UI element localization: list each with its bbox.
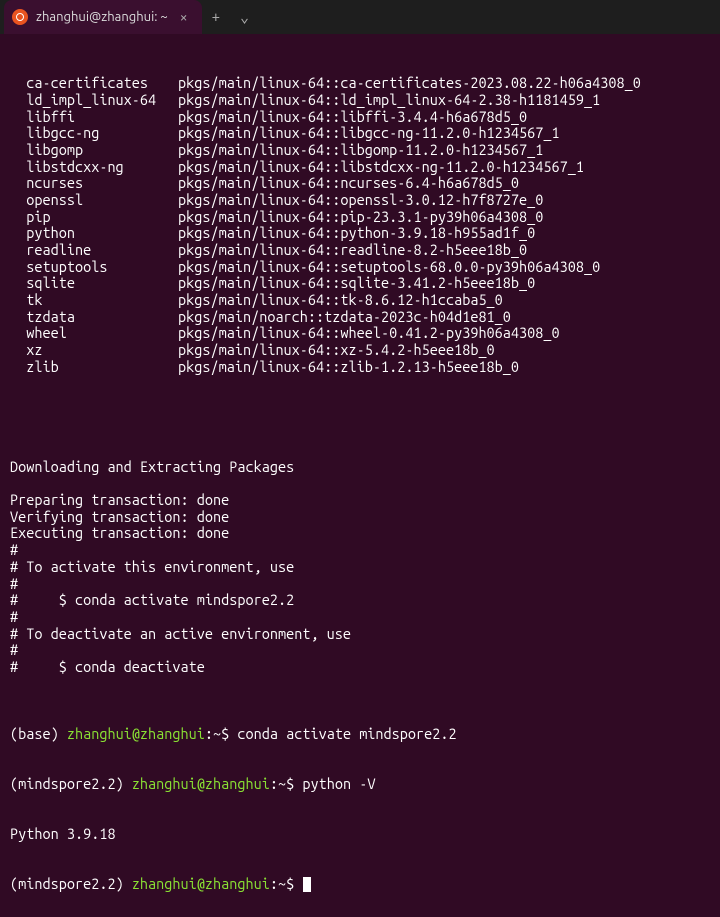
output-line bbox=[10, 409, 710, 426]
package-spec: pkgs/main/linux-64::openssl-3.0.12-h7f87… bbox=[178, 192, 543, 209]
package-name: ca-certificates bbox=[10, 75, 178, 92]
output-line: # bbox=[10, 609, 710, 626]
package-spec: pkgs/main/linux-64::ca-certificates-2023… bbox=[178, 75, 641, 92]
package-spec: pkgs/main/noarch::tzdata-2023c-h04d1e81_… bbox=[178, 309, 511, 326]
package-spec: pkgs/main/linux-64::xz-5.4.2-h5eee18b_0 bbox=[178, 342, 495, 359]
package-name: tk bbox=[10, 292, 178, 309]
package-spec: pkgs/main/linux-64::sqlite-3.41.2-h5eee1… bbox=[178, 275, 535, 292]
package-row: tkpkgs/main/linux-64::tk-8.6.12-h1ccaba5… bbox=[10, 292, 710, 309]
package-row: wheelpkgs/main/linux-64::wheel-0.41.2-py… bbox=[10, 325, 710, 342]
package-row: pythonpkgs/main/linux-64::python-3.9.18-… bbox=[10, 225, 710, 242]
tab-dropdown-button[interactable]: ⌄ bbox=[230, 0, 259, 34]
package-name: ncurses bbox=[10, 175, 178, 192]
package-name: libgomp bbox=[10, 142, 178, 159]
package-name: openssl bbox=[10, 192, 178, 209]
package-name: tzdata bbox=[10, 309, 178, 326]
terminal-tab[interactable]: zhanghui@zhanghui: ~ × bbox=[4, 0, 202, 34]
package-row: opensslpkgs/main/linux-64::openssl-3.0.1… bbox=[10, 192, 710, 209]
package-name: ld_impl_linux-64 bbox=[10, 92, 178, 109]
output-line: # bbox=[10, 576, 710, 593]
output-line: # To deactivate an active environment, u… bbox=[10, 626, 710, 643]
package-name: readline bbox=[10, 242, 178, 259]
package-name: wheel bbox=[10, 325, 178, 342]
package-list: ca-certificatespkgs/main/linux-64::ca-ce… bbox=[10, 75, 710, 375]
package-spec: pkgs/main/linux-64::zlib-1.2.13-h5eee18b… bbox=[178, 359, 519, 376]
package-spec: pkgs/main/linux-64::libffi-3.4.4-h6a678d… bbox=[178, 109, 527, 126]
output-line: # bbox=[10, 642, 710, 659]
package-row: tzdatapkgs/main/noarch::tzdata-2023c-h04… bbox=[10, 309, 710, 326]
titlebar: zhanghui@zhanghui: ~ × + ⌄ bbox=[0, 0, 720, 34]
output-line: Preparing transaction: done bbox=[10, 492, 710, 509]
package-row: ncursespkgs/main/linux-64::ncurses-6.4-h… bbox=[10, 175, 710, 192]
package-row: libstdcxx-ngpkgs/main/linux-64::libstdcx… bbox=[10, 159, 710, 176]
close-icon[interactable]: × bbox=[176, 7, 192, 27]
package-row: zlibpkgs/main/linux-64::zlib-1.2.13-h5ee… bbox=[10, 359, 710, 376]
terminal-body[interactable]: ca-certificatespkgs/main/linux-64::ca-ce… bbox=[0, 34, 720, 917]
ubuntu-icon bbox=[12, 9, 28, 25]
prompt-1: (base) zhanghui@zhanghui:~$ conda activa… bbox=[10, 726, 710, 743]
package-name: pip bbox=[10, 209, 178, 226]
package-name: zlib bbox=[10, 359, 178, 376]
output-line bbox=[10, 442, 710, 459]
package-spec: pkgs/main/linux-64::readline-8.2-h5eee18… bbox=[178, 242, 527, 259]
package-spec: pkgs/main/linux-64::libstdcxx-ng-11.2.0-… bbox=[178, 159, 584, 176]
package-row: libgcc-ngpkgs/main/linux-64::libgcc-ng-1… bbox=[10, 125, 710, 142]
cursor bbox=[303, 877, 311, 892]
package-row: readlinepkgs/main/linux-64::readline-8.2… bbox=[10, 242, 710, 259]
output-line: # $ conda deactivate bbox=[10, 659, 710, 676]
package-spec: pkgs/main/linux-64::setuptools-68.0.0-py… bbox=[178, 259, 600, 276]
output-line: Executing transaction: done bbox=[10, 525, 710, 542]
package-name: libstdcxx-ng bbox=[10, 159, 178, 176]
python-version-output: Python 3.9.18 bbox=[10, 826, 710, 843]
output-line bbox=[10, 425, 710, 442]
package-spec: pkgs/main/linux-64::python-3.9.18-h955ad… bbox=[178, 225, 535, 242]
package-row: sqlitepkgs/main/linux-64::sqlite-3.41.2-… bbox=[10, 275, 710, 292]
package-spec: pkgs/main/linux-64::ld_impl_linux-64-2.3… bbox=[178, 92, 600, 109]
package-row: libgomppkgs/main/linux-64::libgomp-11.2.… bbox=[10, 142, 710, 159]
package-name: xz bbox=[10, 342, 178, 359]
package-row: ca-certificatespkgs/main/linux-64::ca-ce… bbox=[10, 75, 710, 92]
package-name: setuptools bbox=[10, 259, 178, 276]
package-spec: pkgs/main/linux-64::libgcc-ng-11.2.0-h12… bbox=[178, 125, 560, 142]
output-line: Downloading and Extracting Packages bbox=[10, 459, 710, 476]
package-name: libffi bbox=[10, 109, 178, 126]
package-spec: pkgs/main/linux-64::wheel-0.41.2-py39h06… bbox=[178, 325, 560, 342]
prompt-3: (mindspore2.2) zhanghui@zhanghui:~$ bbox=[10, 876, 710, 893]
package-row: setuptoolspkgs/main/linux-64::setuptools… bbox=[10, 259, 710, 276]
package-name: sqlite bbox=[10, 275, 178, 292]
package-spec: pkgs/main/linux-64::libgomp-11.2.0-h1234… bbox=[178, 142, 543, 159]
package-name: libgcc-ng bbox=[10, 125, 178, 142]
package-spec: pkgs/main/linux-64::ncurses-6.4-h6a678d5… bbox=[178, 175, 519, 192]
command-1: conda activate mindspore2.2 bbox=[237, 725, 456, 742]
package-row: libffipkgs/main/linux-64::libffi-3.4.4-h… bbox=[10, 109, 710, 126]
tab-title: zhanghui@zhanghui: ~ bbox=[36, 10, 168, 25]
output-line bbox=[10, 475, 710, 492]
prompt-2: (mindspore2.2) zhanghui@zhanghui:~$ pyth… bbox=[10, 776, 710, 793]
output-line: # bbox=[10, 542, 710, 559]
output-block: Downloading and Extracting Packages Prep… bbox=[10, 409, 710, 692]
package-row: ld_impl_linux-64pkgs/main/linux-64::ld_i… bbox=[10, 92, 710, 109]
new-tab-button[interactable]: + bbox=[202, 0, 230, 34]
package-row: pippkgs/main/linux-64::pip-23.3.1-py39h0… bbox=[10, 209, 710, 226]
output-line bbox=[10, 676, 710, 693]
package-spec: pkgs/main/linux-64::pip-23.3.1-py39h06a4… bbox=[178, 209, 543, 226]
command-2: python -V bbox=[302, 775, 375, 792]
package-name: python bbox=[10, 225, 178, 242]
output-line: Verifying transaction: done bbox=[10, 509, 710, 526]
package-row: xzpkgs/main/linux-64::xz-5.4.2-h5eee18b_… bbox=[10, 342, 710, 359]
output-line: # $ conda activate mindspore2.2 bbox=[10, 592, 710, 609]
output-line: # To activate this environment, use bbox=[10, 559, 710, 576]
package-spec: pkgs/main/linux-64::tk-8.6.12-h1ccaba5_0 bbox=[178, 292, 503, 309]
